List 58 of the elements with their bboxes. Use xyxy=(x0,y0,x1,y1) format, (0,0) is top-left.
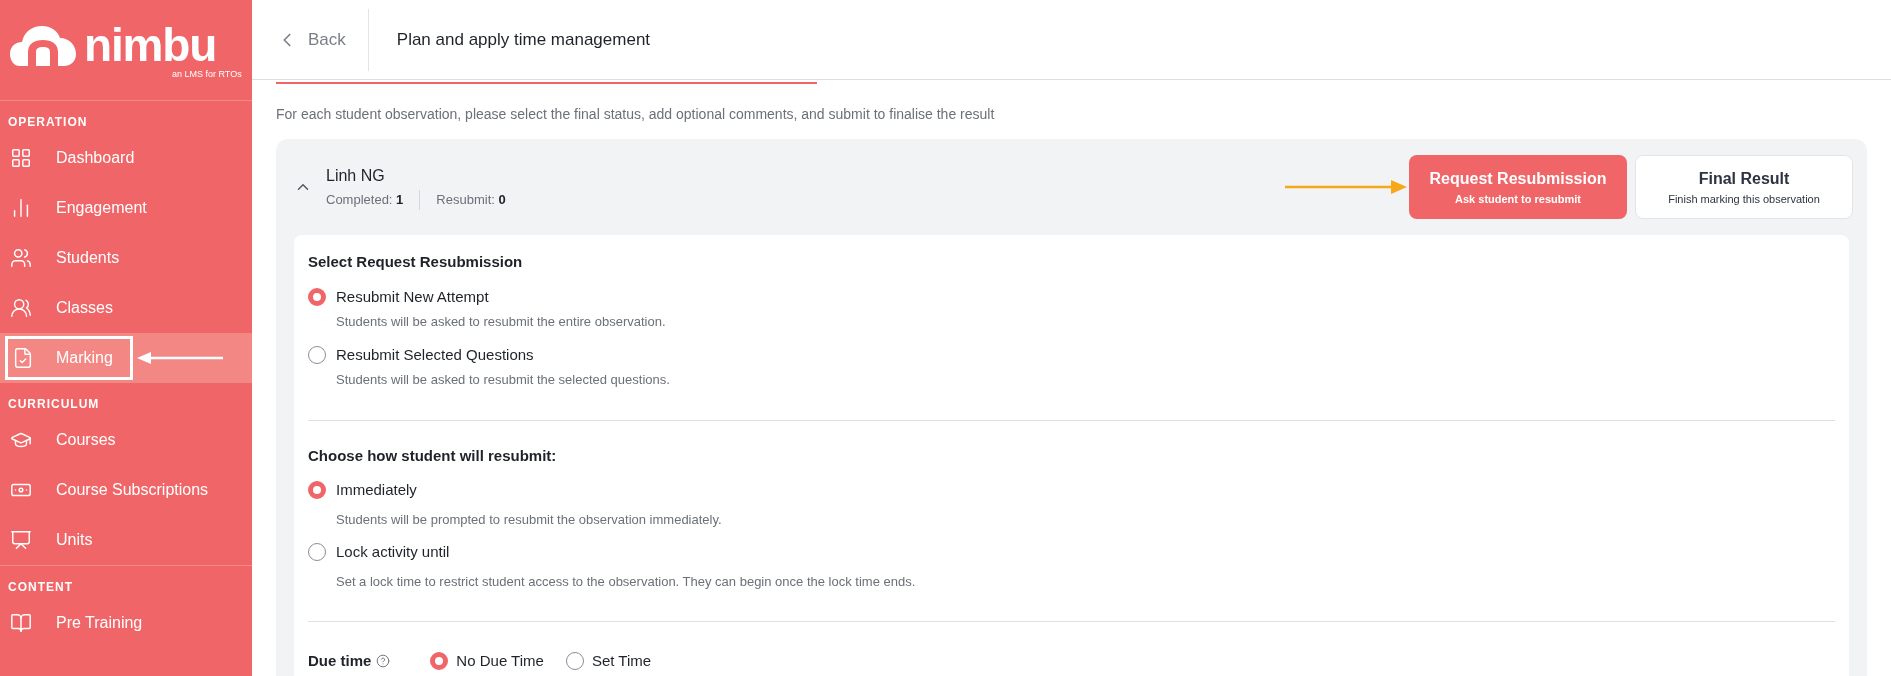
file-check-icon xyxy=(12,347,34,369)
stat-text: Resubmit: 0 xyxy=(419,190,506,210)
option-label: Resubmit Selected Questions xyxy=(336,344,534,365)
grid-icon xyxy=(10,147,32,169)
option-label: Resubmit New Attempt xyxy=(336,286,489,307)
option-label: Immediately xyxy=(336,480,417,500)
group-heading: Choose how student will resubmit: xyxy=(308,445,558,466)
nav-item[interactable]: Dashboard xyxy=(0,133,252,183)
nav-item[interactable]: Course Subscriptions xyxy=(0,465,252,515)
nav-label: Dashboard xyxy=(56,148,135,168)
option-description: Students will be asked to resubmit the selected questions. xyxy=(336,371,671,389)
group-icon xyxy=(10,297,32,319)
radio-button[interactable] xyxy=(565,652,584,671)
nav-label: Classes xyxy=(56,298,113,318)
book-icon xyxy=(10,612,32,634)
radio-button[interactable] xyxy=(430,652,449,671)
nav-label: Courses xyxy=(56,430,116,450)
option-description: Set a lock time to restrict student access to the observation. They can begin once the lock time ends. xyxy=(336,572,917,591)
nav-label: Units xyxy=(56,530,93,550)
users-icon xyxy=(10,247,32,269)
due-time-label: Due time xyxy=(308,651,372,671)
option-label: Lock activity until xyxy=(336,542,450,562)
nav-item[interactable]: Classes xyxy=(0,283,252,333)
logo-wordmark: nimbu xyxy=(84,21,217,68)
option-description: Students will be asked to resubmit the entire observation. xyxy=(336,313,667,331)
group-heading: Select Request Resubmission xyxy=(308,252,524,272)
help-icon[interactable] xyxy=(376,654,391,669)
nav-item[interactable]: Courses xyxy=(0,415,252,465)
nav-label: Course Subscriptions xyxy=(56,480,209,500)
nav-item[interactable]: Engagement xyxy=(0,183,252,233)
radio-button[interactable] xyxy=(308,481,326,500)
back-button[interactable]: Back xyxy=(276,8,369,71)
nav-label: Pre Training xyxy=(56,613,143,633)
nav-label: Marking xyxy=(56,348,113,368)
nav-label: Engagement xyxy=(56,198,147,218)
nav-item[interactable]: Students xyxy=(0,233,252,283)
nav-item[interactable]: Units xyxy=(0,515,252,565)
section-heading: CONTENT xyxy=(7,579,74,596)
result-option-button[interactable]: Final Result Finish marking this observation xyxy=(1635,155,1853,219)
student-name: Linh NG xyxy=(326,166,386,187)
result-option-button[interactable]: Request Resubmission Ask student to resubmit xyxy=(1409,155,1627,219)
section-heading: OPERATION xyxy=(7,114,89,131)
nav-item[interactable]: Pre Training xyxy=(0,598,252,648)
logo-tagline: an LMS for RTOs xyxy=(172,69,242,79)
cloud-logo-icon xyxy=(10,23,76,66)
option-label: No Due Time xyxy=(456,651,544,671)
nav-item[interactable]: Marking xyxy=(0,333,252,383)
stat-text: Completed: 1 xyxy=(326,191,405,210)
nav-label: Students xyxy=(56,248,120,268)
radio-button[interactable] xyxy=(308,287,326,306)
option-description: Students will be prompted to resubmit the observation immediately. xyxy=(336,510,723,529)
page-title: Plan and apply time management xyxy=(396,28,651,51)
instructions-text: For each student observation, please select the final status, add optional comments, and submit to finalise the result xyxy=(276,105,996,124)
radio-button[interactable] xyxy=(308,345,326,364)
presentation-board-icon xyxy=(10,529,32,551)
section-heading: CURRICULUM xyxy=(7,396,101,413)
option-label: Set Time xyxy=(591,651,652,671)
radio-button[interactable] xyxy=(308,543,326,562)
